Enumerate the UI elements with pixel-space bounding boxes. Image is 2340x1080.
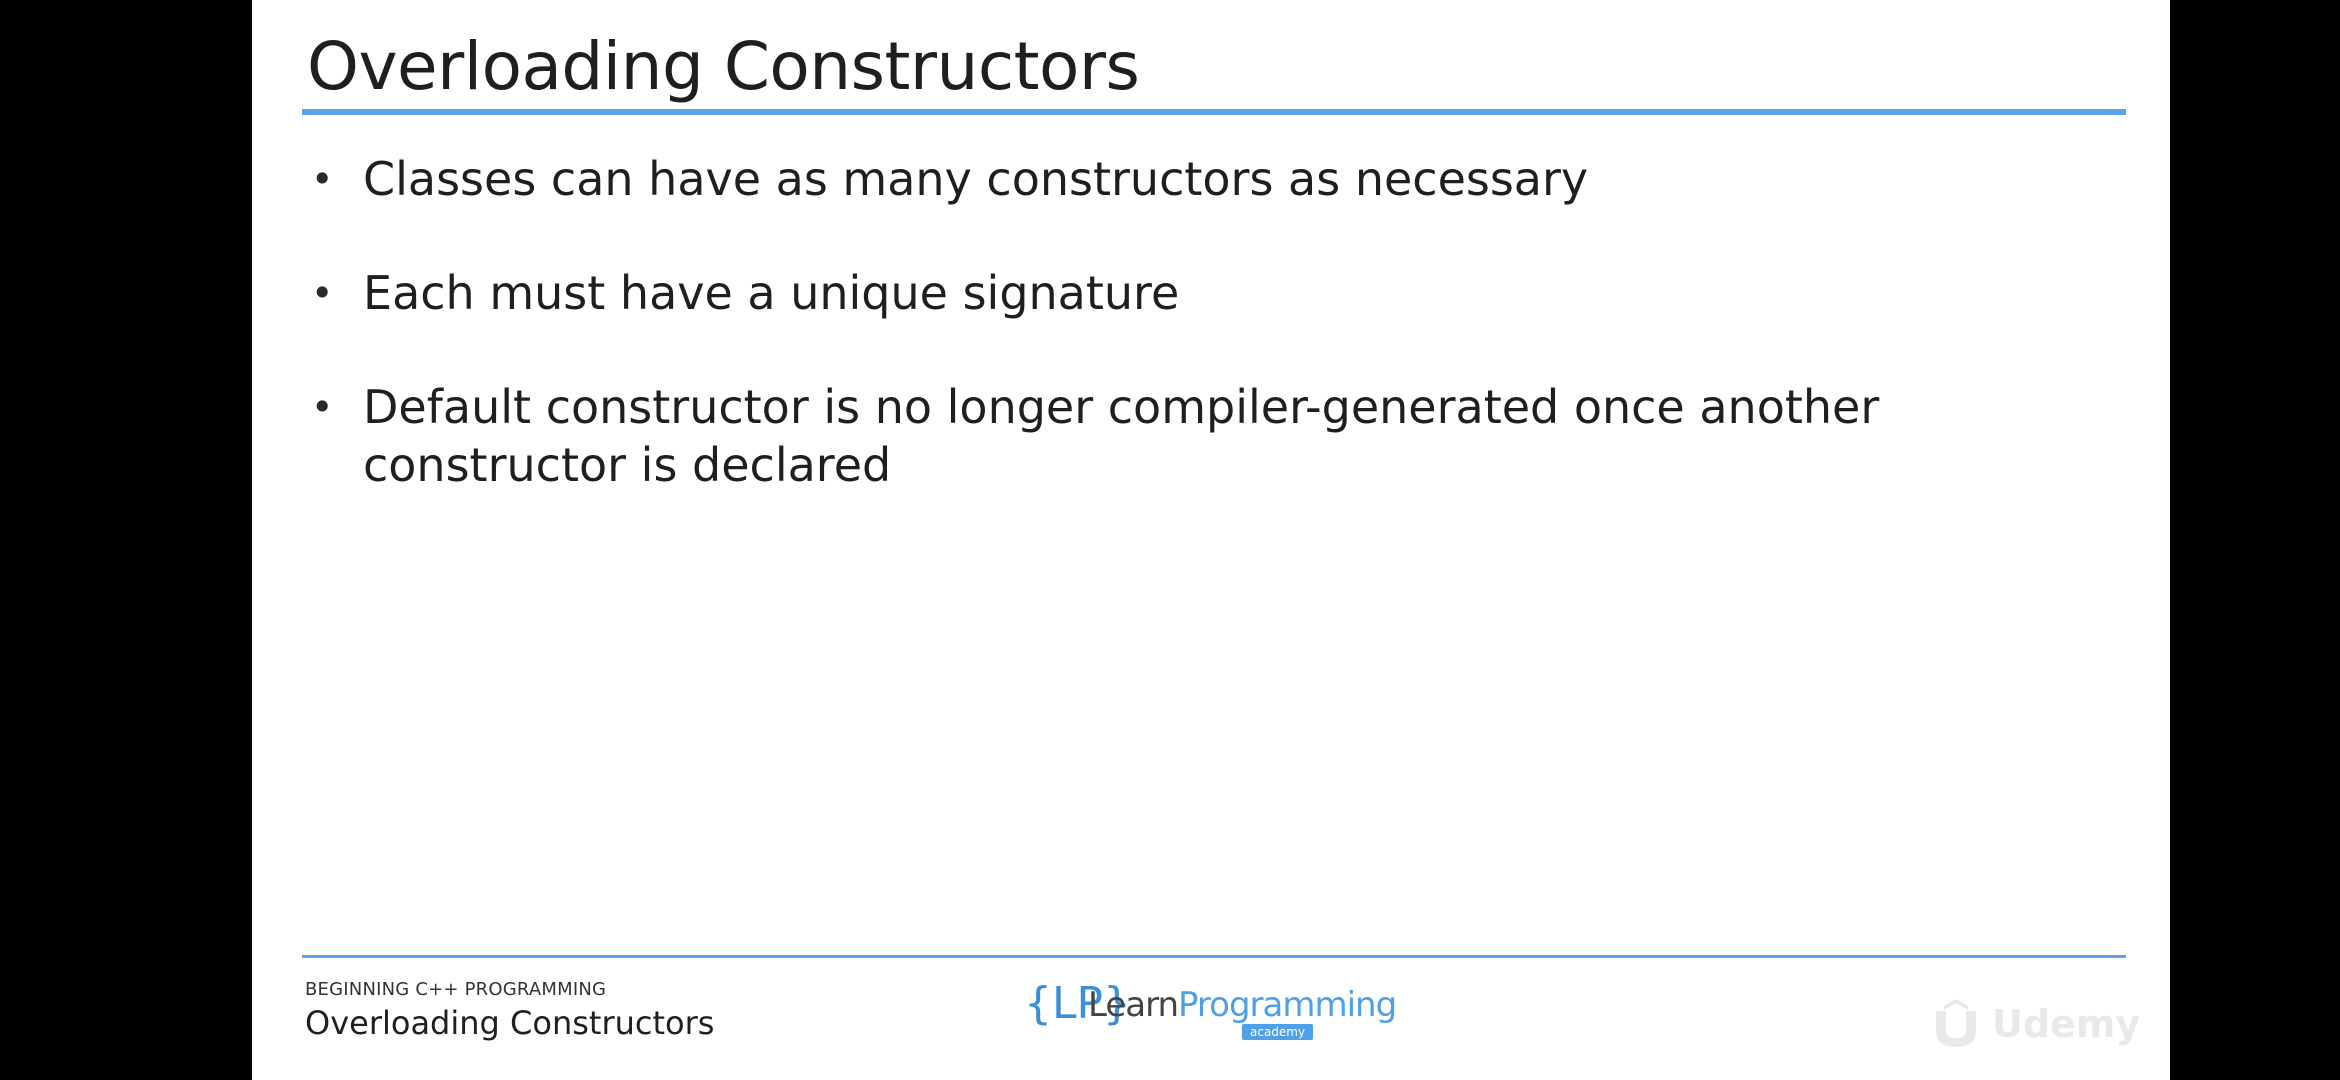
udemy-logo-icon: [1936, 999, 1976, 1047]
lesson-name: Overloading Constructors: [305, 1004, 715, 1042]
bullet-item: • Each must have a unique signature: [307, 264, 2107, 322]
footer-divider: [302, 955, 2126, 958]
bullet-marker: •: [311, 157, 334, 201]
slide-title: Overloading Constructors: [307, 28, 1140, 105]
lecture-slide: Overloading Constructors • Classes can h…: [252, 0, 2170, 1080]
bullet-list: • Classes can have as many constructors …: [307, 150, 2107, 550]
udemy-wordmark: Udemy: [1992, 1002, 2141, 1046]
brand-programming-text: Programming: [1178, 985, 1397, 1025]
bullet-item: • Default constructor is no longer compi…: [307, 378, 2107, 494]
video-player[interactable]: Overloading Constructors • Classes can h…: [0, 0, 2340, 1080]
brand-academy-badge: academy: [1242, 1024, 1314, 1040]
course-name: BEGINNING C++ PROGRAMMING: [305, 979, 607, 1000]
brand-logo: {LP} LearnProgramming academy: [1024, 975, 1397, 1045]
title-divider: [302, 109, 2126, 115]
bullet-text: Default constructor is no longer compile…: [363, 380, 1880, 492]
bullet-item: • Classes can have as many constructors …: [307, 150, 2107, 208]
brand-learn-text: Learn: [1088, 985, 1179, 1025]
brand-wordmark: LearnProgramming: [1088, 985, 1397, 1025]
bullet-text: Each must have a unique signature: [363, 266, 1180, 320]
bullet-marker: •: [311, 271, 334, 315]
udemy-watermark: Udemy: [1928, 994, 2140, 1054]
bullet-marker: •: [311, 385, 334, 429]
bullet-text: Classes can have as many constructors as…: [363, 152, 1589, 206]
